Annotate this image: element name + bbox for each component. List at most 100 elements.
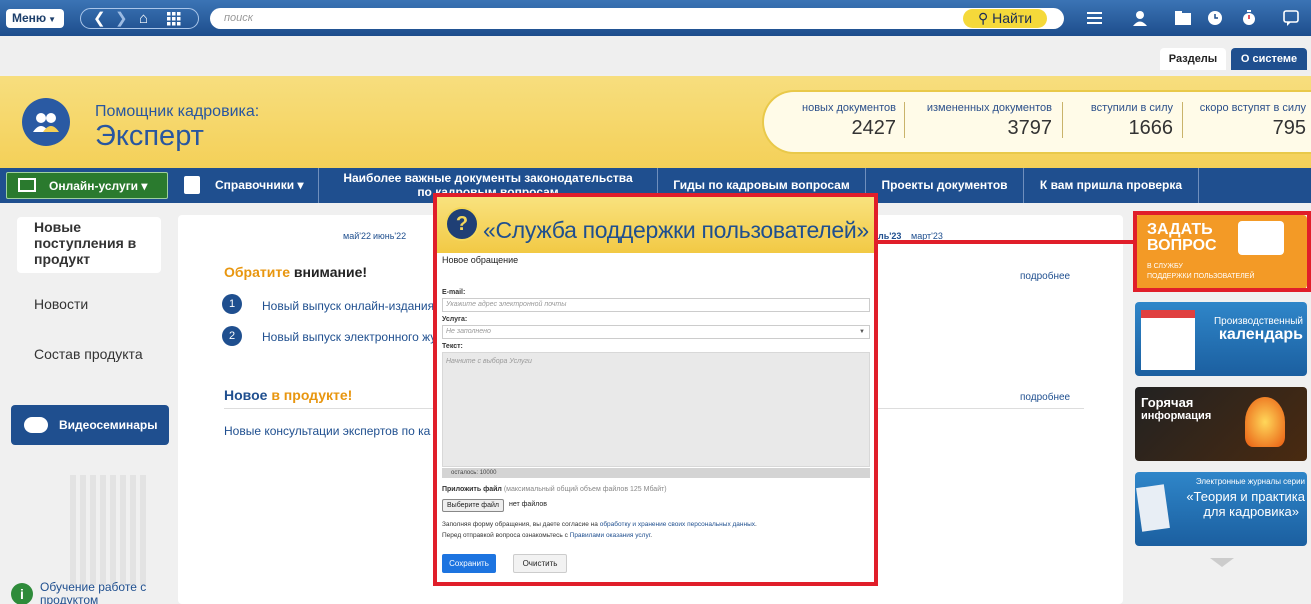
month-link[interactable]: май'22 [343,231,371,241]
rules-text: Перед отправкой вопроса ознакомьтесь с П… [442,532,653,539]
news-link[interactable]: Новый выпуск онлайн-издания [262,299,434,313]
caret-down-icon: ▼ [48,15,57,24]
nav-label: Справочники [215,178,295,192]
highlight-box [1133,211,1311,292]
stat-coming-soon[interactable]: скоро вступят в силу 795 [1187,102,1306,140]
search-icon: ⚲ [977,10,989,26]
home-icon[interactable]: ⌂ [139,9,148,28]
calendar-icon [1141,310,1195,370]
book-icon [184,176,200,194]
heading-word: Новое [224,387,268,403]
stat-value: 2427 [851,117,897,139]
stopwatch-icon[interactable] [1240,9,1258,27]
sidebar-pattern [70,475,150,585]
top-bar: Меню ▼ ❮ ❯ ⌂ поиск ⚲ Найти [0,0,1311,36]
menu-button[interactable]: Меню ▼ [6,9,64,28]
sidebar-item-news[interactable]: Новости [34,296,88,312]
tab-bar: Разделы О системе [0,36,1311,74]
service-value: Не заполнено [446,328,491,335]
dialog-title: «Служба поддержки пользователей» [483,217,869,243]
back-icon[interactable]: ❮ [93,9,106,28]
find-button[interactable]: ⚲ Найти [963,9,1047,28]
chat-icon[interactable] [1282,9,1300,27]
grid-icon[interactable] [167,12,181,31]
sidebar-item-training[interactable]: i Обучение работе с продуктом [11,579,176,604]
hamburger-icon[interactable] [1086,9,1104,27]
product-title: Эксперт [95,120,204,152]
choose-file-button[interactable]: Выберите файл [442,499,504,512]
user-icon[interactable] [1131,9,1149,27]
stats-panel: новых документов 2427 измененных докумен… [762,90,1311,154]
chevron-down-icon: ▼ [859,329,865,335]
text-area[interactable]: Начните с выбора Услуги [442,352,870,467]
attach-row: Приложить файл (максимальный общий объем… [442,486,667,493]
service-label: Услуга: [442,316,468,323]
service-select[interactable]: Не заполнено ▼ [442,325,870,339]
attention-word: внимание! [293,264,368,280]
nav-group: ❮ ❯ ⌂ [80,8,199,29]
history-icon[interactable] [1206,9,1224,27]
stat-changed-docs[interactable]: измененных документов 3797 [912,102,1052,140]
number-badge: 2 [222,326,242,346]
stat-value: 1666 [1128,117,1174,139]
more-link[interactable]: подробнее [1020,271,1070,282]
number-badge: 1 [222,294,242,314]
attach-label: Приложить файл [442,486,502,493]
char-counter: осталось: 10000 [442,468,870,478]
dialog-header: ? «Служба поддержки пользователей» [437,197,874,253]
people-logo-icon [22,98,70,146]
find-label: Найти [992,10,1033,26]
month-link[interactable]: июнь'22 [373,231,406,241]
clear-button[interactable]: Очистить [513,554,567,573]
hot-label: информация [1141,410,1212,422]
fire-icon [1245,397,1285,447]
journals-banner[interactable]: Электронные журналы серии «Теория и прак… [1135,472,1307,546]
consultations-link[interactable]: Новые консультации экспертов по ка [224,424,430,438]
email-field[interactable]: Укажите адрес электронной почты [442,298,870,312]
sidebar-item-composition[interactable]: Состав продукта [34,346,143,362]
nav-label: Онлайн-услуги [49,179,139,193]
video-label: Видеосеминары [59,418,158,432]
journal-label: для кадровика» [1203,504,1299,519]
consent-link[interactable]: обработку и хранение своих персональных … [600,521,755,528]
training-label: Обучение работе с продуктом [40,580,147,604]
highlight-connector [878,240,1133,244]
more-link[interactable]: подробнее [1020,392,1070,403]
sidebar-item-new-arrivals-label: Новые поступления в продукт [34,219,137,267]
attach-hint: (максимальный общий объем файлов 125 Мба… [503,486,667,493]
tab-sections[interactable]: Разделы [1160,48,1226,70]
hot-label: Горячая [1141,395,1194,410]
dialog-subtitle: Новое обращение [442,255,519,265]
nav-inspection[interactable]: К вам пришла проверка [1024,168,1199,203]
calendar-banner[interactable]: Производственный календарь [1135,302,1307,376]
stat-in-force[interactable]: вступили в силу 1666 [1069,102,1173,140]
news-link[interactable]: Новый выпуск электронного жу [262,330,436,344]
stat-label: вступили в силу [1090,102,1173,114]
consent-text: Заполняя форму обращения, вы даете согла… [442,521,757,528]
rules-link[interactable]: Правилами оказания услуг [570,532,651,539]
stat-value: 3797 [1007,117,1053,139]
heading-word: в продукте! [271,387,353,403]
attention-word: Обратите [224,264,290,280]
tab-about[interactable]: О системе [1231,48,1307,70]
support-dialog: ? «Служба поддержки пользователей» Новое… [433,193,878,586]
attention-heading: Обратите внимание! [224,264,367,280]
hot-info-banner[interactable]: Горячая информация [1135,387,1307,461]
journal-label: Электронные журналы серии [1195,477,1305,486]
nav-projects[interactable]: Проекты документов [866,168,1024,203]
search-input[interactable]: поиск [210,8,1064,29]
email-label: E-mail: [442,289,466,296]
rules-part: Перед отправкой вопроса ознакомьтесь с [442,532,568,539]
no-files-label: нет файлов [509,501,548,508]
question-icon: ? [445,207,479,241]
text-label: Текст: [442,343,463,350]
journal-label: «Теория и практика [1186,489,1305,504]
scroll-down-icon[interactable] [1210,558,1234,567]
stat-new-docs[interactable]: новых документов 2427 [792,102,896,140]
journals-icon [1136,484,1170,532]
forward-icon[interactable]: ❯ [115,9,128,28]
stat-label: измененных документов [926,102,1052,114]
chat-bubble-icon [24,417,48,433]
folder-icon[interactable] [1174,9,1192,27]
save-button[interactable]: Сохранить [442,554,496,573]
